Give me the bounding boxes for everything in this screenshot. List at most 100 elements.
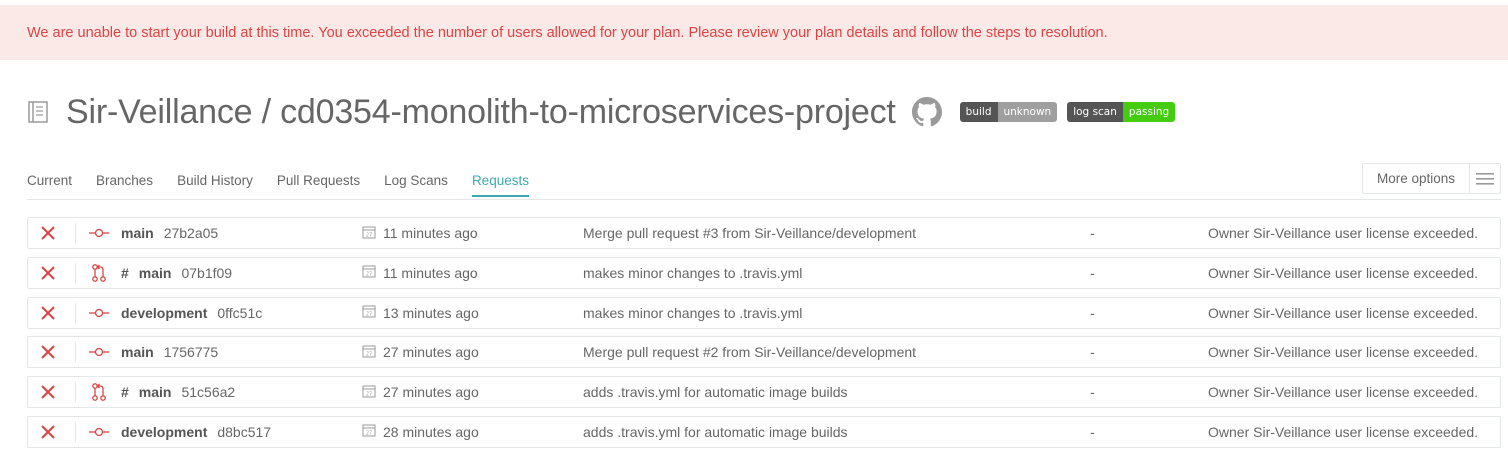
build-error-alert: We are unable to start your build at thi…: [0, 5, 1508, 60]
failed-x-icon: [38, 377, 58, 407]
log-scan-badge[interactable]: log scan passing: [1067, 102, 1176, 122]
hamburger-menu-icon[interactable]: [1470, 172, 1500, 185]
requests-list: main 27b2a05 27 11 minutes ago Merge pul…: [27, 217, 1501, 456]
time-text: 28 minutes ago: [383, 423, 479, 440]
commit-message: makes minor changes to .travis.yml: [583, 304, 803, 321]
svg-text:27: 27: [366, 431, 372, 437]
pull-request-ref: -: [1090, 304, 1095, 321]
request-time: 27 27 minutes ago: [362, 337, 479, 367]
alert-message: We are unable to start your build at thi…: [27, 24, 1108, 41]
tab-log-scans[interactable]: Log Scans: [384, 163, 448, 197]
failed-x-icon: [38, 298, 58, 328]
request-ref: # main 07b1f09: [121, 258, 232, 288]
tab-pull-requests[interactable]: Pull Requests: [277, 163, 360, 197]
request-ref: development 0ffc51c: [121, 298, 262, 328]
pull-request-icon: [88, 258, 110, 288]
time-text: 27 minutes ago: [383, 344, 479, 361]
time-text: 11 minutes ago: [383, 264, 478, 281]
request-time: 27 27 minutes ago: [362, 377, 479, 407]
build-status-badge[interactable]: build unknown: [959, 102, 1058, 122]
tab-current[interactable]: Current: [27, 163, 72, 197]
repo-icon: [27, 99, 53, 125]
calendar-icon: 27: [362, 384, 376, 401]
pull-request-ref: -: [1090, 225, 1095, 241]
request-result: Owner Sir-Veillance user license exceede…: [1208, 384, 1479, 401]
request-row[interactable]: development 0ffc51c 27 13 minutes ago ma…: [27, 296, 1501, 329]
request-result: Owner Sir-Veillance user license exceede…: [1208, 423, 1479, 440]
branch-name[interactable]: main: [139, 384, 172, 400]
pr-hash: #: [121, 384, 129, 401]
commit-sha[interactable]: 27b2a05: [164, 225, 219, 241]
row-divider: [75, 382, 76, 403]
pull-request-ref: -: [1090, 344, 1095, 361]
failed-x-icon: [38, 417, 58, 447]
commit-sha[interactable]: 1756775: [164, 344, 219, 360]
github-icon[interactable]: [911, 96, 944, 128]
pull-request-icon: [88, 377, 110, 407]
svg-text:27: 27: [366, 232, 372, 238]
row-divider: [75, 421, 76, 442]
failed-x-icon: [38, 258, 58, 288]
row-divider: [75, 302, 76, 323]
branch-name[interactable]: main: [121, 225, 154, 241]
request-row[interactable]: # main 51c56a2 27 27 minutes ago adds .t…: [27, 376, 1501, 409]
branch-name[interactable]: main: [121, 344, 154, 360]
calendar-icon: 27: [362, 264, 376, 281]
request-row[interactable]: development d8bc517 27 28 minutes ago ad…: [27, 415, 1501, 448]
pull-request-ref: -: [1090, 423, 1095, 440]
repo-header: Sir-Veillance / cd0354-monolith-to-micro…: [27, 88, 1487, 136]
pr-hash: #: [121, 264, 129, 281]
calendar-icon: 27: [362, 225, 376, 242]
row-divider: [75, 342, 76, 363]
request-result: Owner Sir-Veillance user license exceede…: [1208, 264, 1479, 281]
pull-request-ref: -: [1090, 264, 1095, 281]
request-row[interactable]: # main 07b1f09 27 11 minutes ago makes m…: [27, 256, 1501, 289]
request-result: Owner Sir-Veillance user license exceede…: [1208, 225, 1479, 241]
push-commit-icon: [88, 298, 110, 328]
time-text: 11 minutes ago: [383, 225, 478, 241]
request-result: Owner Sir-Veillance user license exceede…: [1208, 344, 1479, 361]
branch-name[interactable]: development: [121, 305, 207, 321]
more-options-label: More options: [1377, 171, 1456, 186]
commit-sha[interactable]: 51c56a2: [181, 384, 235, 400]
request-time: 27 11 minutes ago: [362, 218, 478, 248]
page-title: Sir-Veillance / cd0354-monolith-to-micro…: [66, 92, 896, 131]
push-commit-icon: [88, 218, 110, 248]
request-ref: main 27b2a05: [121, 218, 218, 248]
more-options-button[interactable]: More options: [1362, 163, 1501, 194]
request-row[interactable]: main 1756775 27 27 minutes ago Merge pul…: [27, 336, 1501, 369]
commit-message: Merge pull request #2 from Sir-Veillance…: [583, 344, 917, 361]
svg-text:27: 27: [366, 351, 372, 357]
tab-branches[interactable]: Branches: [96, 163, 153, 197]
request-row[interactable]: main 27b2a05 27 11 minutes ago Merge pul…: [27, 217, 1501, 249]
commit-sha[interactable]: d8bc517: [217, 424, 271, 440]
time-text: 13 minutes ago: [383, 304, 479, 321]
row-divider: [75, 223, 76, 243]
tab-build-history[interactable]: Build History: [177, 163, 253, 197]
branch-name[interactable]: development: [121, 424, 207, 440]
failed-x-icon: [38, 337, 58, 367]
failed-x-icon: [38, 218, 58, 248]
svg-text:27: 27: [366, 391, 372, 397]
tab-requests[interactable]: Requests: [471, 163, 529, 197]
push-commit-icon: [88, 417, 110, 447]
repo-tabs: Current Branches Build History Pull Requ…: [27, 163, 553, 197]
request-time: 27 28 minutes ago: [362, 417, 479, 447]
request-ref: development d8bc517: [121, 417, 271, 447]
branch-name[interactable]: main: [139, 265, 172, 281]
pull-request-ref: -: [1090, 384, 1095, 401]
request-result: Owner Sir-Veillance user license exceede…: [1208, 304, 1479, 321]
calendar-icon: 27: [362, 304, 376, 321]
commit-sha[interactable]: 07b1f09: [181, 265, 232, 281]
commit-message: makes minor changes to .travis.yml: [583, 264, 803, 281]
svg-text:27: 27: [366, 272, 372, 278]
commit-sha[interactable]: 0ffc51c: [217, 305, 262, 321]
calendar-icon: 27: [362, 344, 376, 361]
request-ref: # main 51c56a2: [121, 377, 235, 407]
tabs-divider: [27, 199, 1501, 200]
commit-message: adds .travis.yml for automatic image bui…: [583, 423, 848, 440]
request-time: 27 13 minutes ago: [362, 298, 479, 328]
row-divider: [75, 262, 76, 283]
request-ref: main 1756775: [121, 337, 218, 367]
time-text: 27 minutes ago: [383, 384, 479, 401]
